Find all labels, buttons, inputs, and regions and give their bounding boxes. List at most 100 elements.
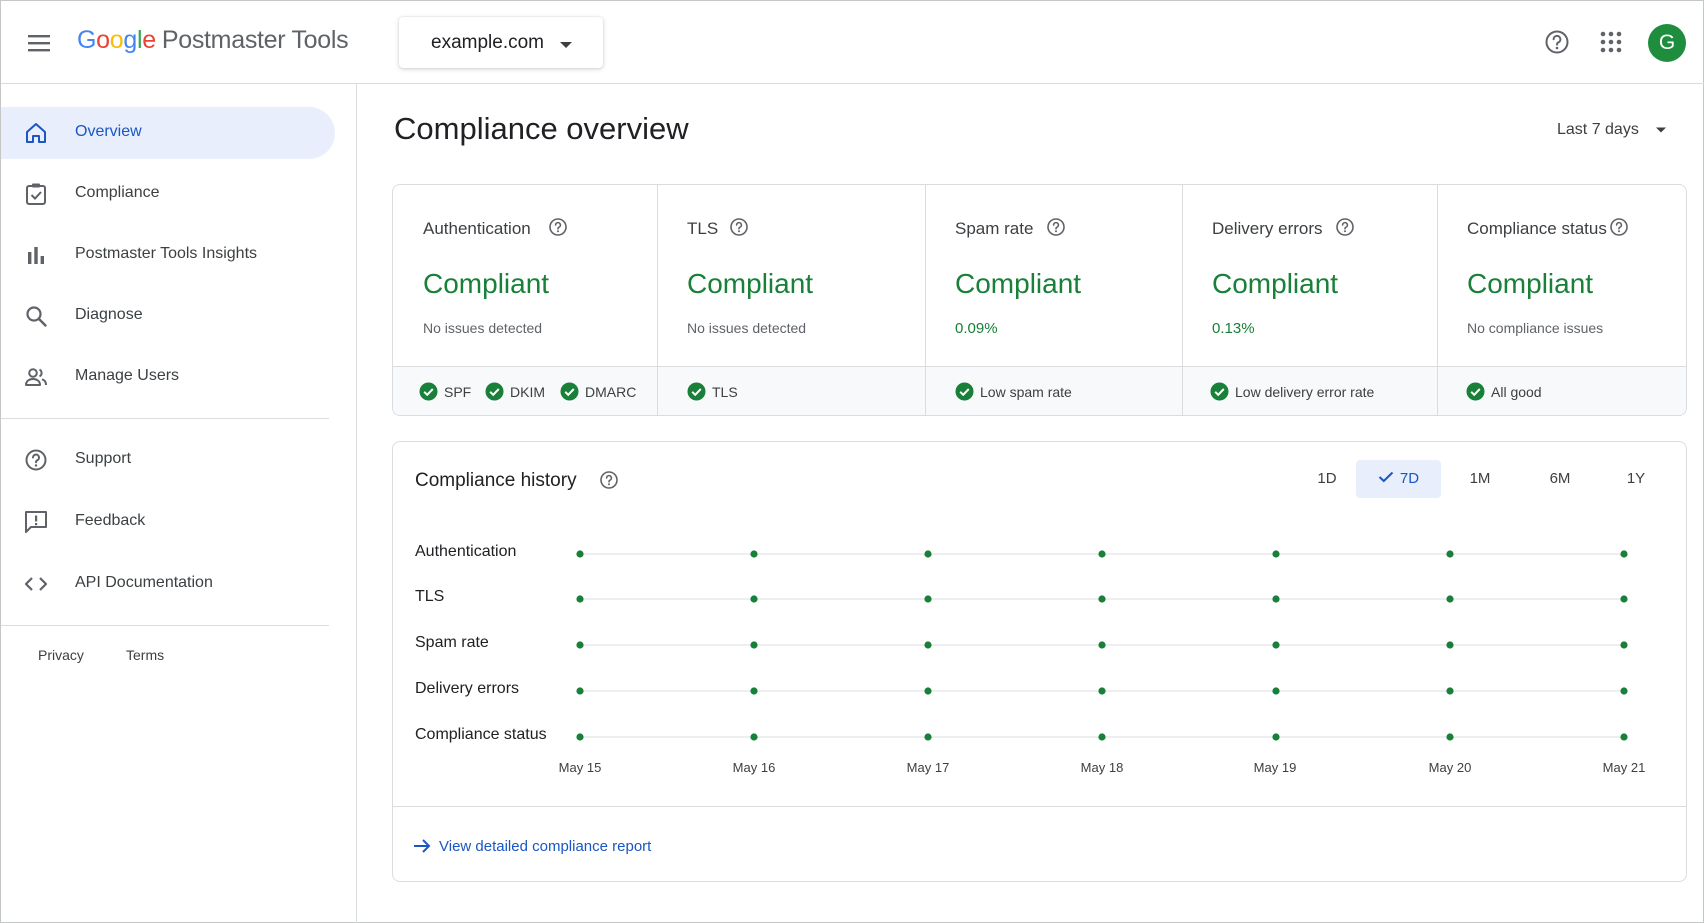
period-label: 7D xyxy=(1399,470,1420,487)
status-dot[interactable] xyxy=(1620,733,1628,741)
date-range-value: Last 7 days xyxy=(1557,121,1639,139)
users-icon xyxy=(23,364,49,390)
status-dot[interactable] xyxy=(924,687,932,695)
sidebar-item-api-documentation[interactable]: API Documentation xyxy=(1,558,335,610)
status-dot[interactable] xyxy=(750,733,758,741)
metric-status: Compliant xyxy=(687,268,814,299)
status-dot[interactable] xyxy=(924,595,932,603)
period-tab-7d[interactable]: 7D xyxy=(1356,460,1441,498)
date-range-selector[interactable]: Last 7 days xyxy=(1557,121,1667,139)
sidebar-item-label: Feedback xyxy=(75,512,146,529)
status-dot[interactable] xyxy=(1098,733,1106,741)
status-dot[interactable] xyxy=(1620,550,1628,558)
check-label: Low delivery error rate xyxy=(1235,384,1375,400)
status-dot[interactable] xyxy=(1098,641,1106,649)
period-tab-6m[interactable]: 6M xyxy=(1525,460,1595,498)
status-dot[interactable] xyxy=(750,687,758,695)
status-dot[interactable] xyxy=(1446,733,1454,741)
sidebar-item-compliance[interactable]: Compliance xyxy=(1,168,335,220)
metric-compliance-status: Compliance status Compliant No complianc… xyxy=(1437,185,1686,415)
row-label-authentication: Authentication xyxy=(415,543,517,560)
status-dot[interactable] xyxy=(1272,550,1280,558)
code-icon xyxy=(23,571,49,597)
status-dot[interactable] xyxy=(1446,641,1454,649)
help-icon[interactable] xyxy=(547,216,569,238)
account-avatar[interactable]: G xyxy=(1648,24,1686,62)
date-label: May 17 xyxy=(906,760,950,775)
status-dot[interactable] xyxy=(924,733,932,741)
app-window: Google Postmaster Tools example.com G Ove… xyxy=(0,0,1704,923)
metric-subtext: No issues detected xyxy=(687,320,807,336)
status-dot[interactable] xyxy=(576,550,584,558)
status-dot[interactable] xyxy=(576,687,584,695)
sidebar-item-support[interactable]: Support xyxy=(1,434,335,486)
help-icon[interactable] xyxy=(1045,216,1067,238)
status-dot[interactable] xyxy=(1272,687,1280,695)
sidebar-item-insights[interactable]: Postmaster Tools Insights xyxy=(1,229,335,281)
date-label: May 19 xyxy=(1253,760,1297,775)
logo-letter: G xyxy=(77,26,97,54)
arrow-right-icon xyxy=(411,835,433,857)
status-dot[interactable] xyxy=(1446,550,1454,558)
status-dot[interactable] xyxy=(1272,595,1280,603)
status-dot[interactable] xyxy=(1272,733,1280,741)
sidebar-item-feedback[interactable]: Feedback xyxy=(1,496,335,548)
home-icon xyxy=(23,120,49,146)
menu-icon[interactable] xyxy=(23,27,55,59)
search-icon xyxy=(23,303,49,329)
help-icon[interactable] xyxy=(1334,216,1356,238)
sidebar-item-manage-users[interactable]: Manage Users xyxy=(1,351,335,403)
dropdown-arrow-icon xyxy=(559,37,573,55)
sidebar-item-diagnose[interactable]: Diagnose xyxy=(1,290,335,342)
check-label: All good xyxy=(1491,384,1542,400)
status-dot[interactable] xyxy=(1446,595,1454,603)
status-dot[interactable] xyxy=(1098,687,1106,695)
status-dot[interactable] xyxy=(750,550,758,558)
metric-subtext: No issues detected xyxy=(423,320,543,336)
status-dot[interactable] xyxy=(1620,595,1628,603)
privacy-link[interactable]: Privacy xyxy=(38,647,84,663)
period-tab-1y[interactable]: 1Y xyxy=(1606,460,1666,498)
google-postmaster-logo[interactable]: Google Postmaster Tools xyxy=(77,26,349,55)
logo-letter: e xyxy=(142,26,156,54)
check-label: TLS xyxy=(712,384,738,400)
sidebar-item-overview[interactable]: Overview xyxy=(1,107,335,159)
help-icon[interactable] xyxy=(728,216,750,238)
check-label: Low spam rate xyxy=(980,384,1072,400)
status-dot[interactable] xyxy=(750,595,758,603)
status-dot[interactable] xyxy=(1446,687,1454,695)
metric-title: Authentication xyxy=(423,219,531,238)
status-dot[interactable] xyxy=(924,550,932,558)
sidebar-item-label: Support xyxy=(75,450,132,467)
help-icon[interactable] xyxy=(598,469,620,491)
compliance-history-chart xyxy=(576,550,1628,741)
compliance-history-card: Compliance history 1D 7D 1M 6M 1Y Authen… xyxy=(392,441,1687,882)
terms-link[interactable]: Terms xyxy=(126,647,164,663)
metric-status: Compliant xyxy=(955,268,1082,299)
status-dot[interactable] xyxy=(576,733,584,741)
check-circle-icon xyxy=(1466,382,1485,401)
sidebar: Overview Compliance Postmaster Tools Ins… xyxy=(1,84,357,923)
check-label: DKIM xyxy=(510,384,545,400)
help-icon[interactable] xyxy=(1608,216,1630,238)
status-dot[interactable] xyxy=(576,641,584,649)
status-dot[interactable] xyxy=(924,641,932,649)
domain-selector[interactable]: example.com xyxy=(399,17,603,68)
period-tab-1m[interactable]: 1M xyxy=(1447,460,1513,498)
apps-grid-icon[interactable] xyxy=(1598,29,1624,55)
status-dot[interactable] xyxy=(576,595,584,603)
period-tab-1d[interactable]: 1D xyxy=(1297,460,1357,498)
status-dot[interactable] xyxy=(1098,550,1106,558)
logo-letter: g xyxy=(123,26,137,54)
sidebar-divider xyxy=(1,625,329,626)
status-dot[interactable] xyxy=(1098,595,1106,603)
status-dot[interactable] xyxy=(1272,641,1280,649)
top-app-bar: Google Postmaster Tools example.com G xyxy=(1,1,1704,84)
status-dot[interactable] xyxy=(1620,687,1628,695)
logo-letter: o xyxy=(96,26,110,54)
status-dot[interactable] xyxy=(750,641,758,649)
help-icon[interactable] xyxy=(1542,27,1572,57)
status-dot[interactable] xyxy=(1620,641,1628,649)
metric-authentication: Authentication Compliant No issues detec… xyxy=(393,185,657,415)
metric-spam-rate: Spam rate Compliant 0.09% Low spam rate xyxy=(925,185,1182,415)
